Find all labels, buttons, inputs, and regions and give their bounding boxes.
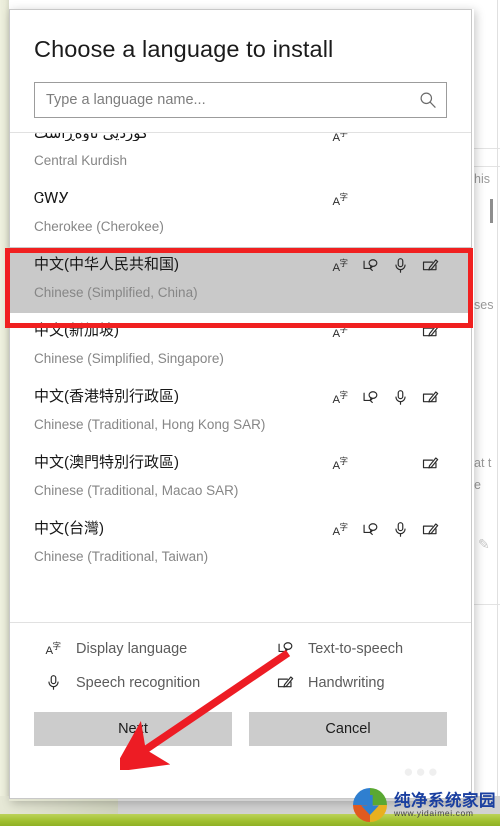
language-list-item[interactable]: 中文(澳門特別行政區) A 字 Chinese (Traditional, Macao… (10, 445, 471, 511)
handwriting-icon (276, 673, 295, 692)
speech-recognition-icon (44, 673, 63, 692)
language-english-name: Cherokee (Cherokee) (34, 219, 164, 234)
speech-recognition-icon (392, 256, 409, 274)
watermark-text: 纯净系统家园 www.yidaimei.com (394, 792, 496, 818)
language-row: 中文(台灣) A 字 (34, 518, 457, 540)
language-list-item[interactable]: 中文(新加坡) A 字 Chinese (Simplified, Singapore) (10, 313, 471, 379)
display-language-icon: A字 (332, 454, 349, 472)
language-english-name: Chinese (Traditional, Taiwan) (34, 549, 209, 564)
watermark-site-name: 纯净系统家园 (394, 790, 496, 810)
display-language-icon: A字 (332, 133, 349, 144)
language-english-name: Chinese (Traditional, Hong Kong SAR) (34, 417, 266, 432)
feature-legend: A 字 Display language Text-to-speech Speech r… (10, 623, 471, 702)
legend-item: A 字 Display language (10, 639, 242, 658)
language-list-item[interactable]: ᏣᎳᎩ A 字 Cherokee (Cherokee) (10, 181, 471, 247)
display-language-icon: A字 (332, 388, 349, 406)
language-feature-icons: A字 (332, 322, 457, 340)
text-to-speech-icon (362, 388, 379, 406)
language-english-name: Chinese (Simplified, Singapore) (34, 351, 224, 366)
display-language-icon: A字 (332, 322, 349, 340)
next-button[interactable]: Next (34, 712, 232, 746)
language-native-name: 中文(香港特別行政區) (34, 388, 179, 405)
background-text-fragment: his (474, 172, 490, 186)
svg-text:字: 字 (340, 389, 349, 400)
display-language-icon: A字 (44, 639, 63, 658)
language-native-name: 中文(中华人民共和国) (34, 256, 179, 273)
language-native-name: کوردیی ناوەڕاست (34, 133, 148, 141)
text-to-speech-icon (276, 639, 295, 658)
speech-recognition-icon (392, 388, 409, 406)
language-native-name: 中文(新加坡) (34, 322, 119, 339)
language-row: 中文(新加坡) A 字 (34, 320, 457, 342)
background-text-fragment: ses (474, 298, 494, 312)
legend-label: Handwriting (308, 674, 385, 691)
background-right-column (471, 0, 500, 800)
language-feature-icons: A字 (332, 133, 457, 144)
language-list-item[interactable]: 中文(香港特別行政區) A 字 Chinese (Traditional, Hong … (10, 379, 471, 445)
watermark: 纯净系统家园 www.yidaimei.com (353, 788, 496, 822)
dialog-title: Choose a language to install (34, 36, 334, 62)
background-text-fragment: at t (474, 456, 492, 470)
legend-label: Speech recognition (76, 674, 201, 691)
text-to-speech-icon (362, 256, 379, 274)
language-row: 中文(香港特別行政區) A 字 (34, 386, 457, 408)
legend-item: Text-to-speech (242, 639, 471, 658)
search-container (34, 82, 447, 118)
svg-text:字: 字 (53, 641, 62, 652)
background-vertical-rule (497, 0, 498, 800)
legend-label: Display language (76, 640, 188, 657)
language-feature-icons: A字 (332, 520, 457, 538)
legend-item: Speech recognition (10, 673, 242, 692)
svg-text:字: 字 (340, 455, 349, 466)
choose-language-dialog: Choose a language to install کوردیی ناوە… (9, 9, 472, 799)
handwriting-icon (422, 454, 439, 472)
language-english-name: Chinese (Simplified, China) (34, 285, 198, 300)
svg-text:字: 字 (340, 521, 349, 532)
cancel-button[interactable]: Cancel (249, 712, 447, 746)
handwriting-icon: ✎ (478, 536, 490, 552)
svg-text:字: 字 (340, 257, 349, 268)
language-row: 中文(澳門特別行政區) A 字 (34, 452, 457, 474)
language-native-name: 中文(澳門特別行政區) (34, 454, 179, 471)
language-english-name: Central Kurdish (34, 153, 128, 168)
watermark-url: www.yidaimei.com (394, 808, 474, 819)
language-list-item[interactable]: 中文(台灣) A 字 Chinese (Traditional, Taiwan) (10, 511, 471, 577)
language-row: 中文(中华人民共和国) A 字 (34, 254, 457, 276)
language-row: کوردیی ناوەڕاست A字 (34, 133, 457, 144)
language-feature-icons: A字 (332, 256, 457, 274)
display-language-icon: A字 (332, 520, 349, 538)
svg-text:字: 字 (340, 133, 349, 138)
display-language-icon: A字 (332, 256, 349, 274)
background-text-fragment: e (474, 478, 481, 492)
search-input[interactable] (34, 82, 447, 118)
handwriting-icon (422, 520, 439, 538)
legend-label: Text-to-speech (308, 640, 404, 657)
speech-recognition-icon (392, 520, 409, 538)
background-left-strip (0, 0, 9, 800)
language-row: ᏣᎳᎩ A 字 (34, 188, 457, 210)
language-feature-icons: A字 (332, 454, 457, 472)
language-feature-icons: A字 (332, 388, 457, 406)
handwriting-icon (422, 256, 439, 274)
handwriting-icon (422, 388, 439, 406)
language-list-item[interactable]: 中文(中华人民共和国) A 字 Chinese (Simplified, China) (10, 247, 471, 313)
language-native-name: ᏣᎳᎩ (34, 190, 70, 207)
language-list[interactable]: کوردیی ناوەڕاست A字 Central Kurdish ᏣᎳᎩ A字 Che… (10, 133, 471, 622)
language-native-name: 中文(台灣) (34, 520, 104, 537)
watermark-logo-icon (353, 788, 387, 822)
svg-text:字: 字 (340, 323, 349, 334)
language-english-name: Chinese (Traditional, Macao SAR) (34, 483, 239, 498)
background-scrollbar-thumb[interactable] (490, 199, 493, 223)
dialog-footer: Next Cancel (10, 702, 471, 746)
watermark-dots: ●●● (403, 762, 440, 781)
handwriting-icon (422, 322, 439, 340)
display-language-icon: A字 (332, 190, 349, 208)
language-list-item[interactable]: کوردیی ناوەڕاست A字 Central Kurdish (10, 133, 471, 181)
legend-item: Handwriting (242, 673, 471, 692)
svg-text:字: 字 (340, 191, 349, 202)
text-to-speech-icon (362, 520, 379, 538)
language-feature-icons: A字 (332, 190, 457, 208)
search-icon[interactable] (419, 91, 437, 109)
